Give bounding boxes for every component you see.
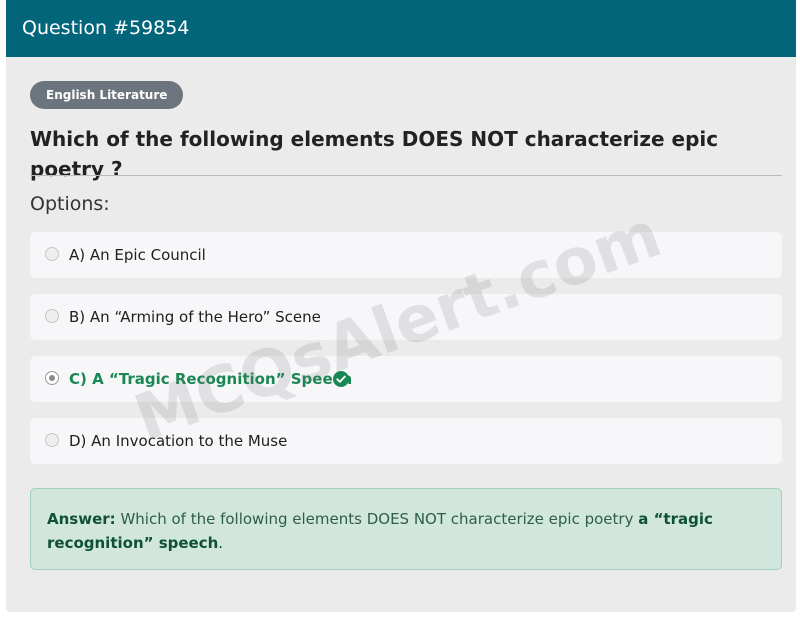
option-a-radio[interactable] [45, 247, 59, 261]
answer-box: Answer: Which of the following elements … [30, 488, 782, 570]
option-b[interactable]: B) An “Arming of the Hero” Scene [30, 294, 782, 340]
option-d-radio[interactable] [45, 433, 59, 447]
category-badge[interactable]: English Literature [30, 81, 184, 109]
answer-label: Answer: [47, 510, 116, 528]
option-a[interactable]: A) An Epic Council [30, 232, 782, 278]
option-b-label: B) An “Arming of the Hero” Scene [69, 308, 321, 326]
question-number: Question #59854 [22, 17, 190, 39]
option-d[interactable]: D) An Invocation to the Muse [30, 418, 782, 464]
option-c-label: C) A “Tragic Recognition” Speech [69, 370, 353, 388]
option-c[interactable]: C) A “Tragic Recognition” Speech [30, 356, 782, 402]
option-c-radio[interactable] [45, 371, 59, 385]
option-b-radio[interactable] [45, 309, 59, 323]
question-card: Question #59854 English Literature Which… [6, 0, 796, 612]
answer-suffix: . [218, 534, 224, 552]
divider [30, 175, 782, 176]
answer-question-text: Which of the following elements DOES NOT… [120, 510, 634, 528]
options-heading: Options: [30, 193, 110, 215]
question-header: Question #59854 [6, 0, 796, 57]
check-circle-icon [333, 371, 349, 387]
option-d-label: D) An Invocation to the Muse [69, 432, 288, 450]
option-a-label: A) An Epic Council [69, 246, 206, 264]
